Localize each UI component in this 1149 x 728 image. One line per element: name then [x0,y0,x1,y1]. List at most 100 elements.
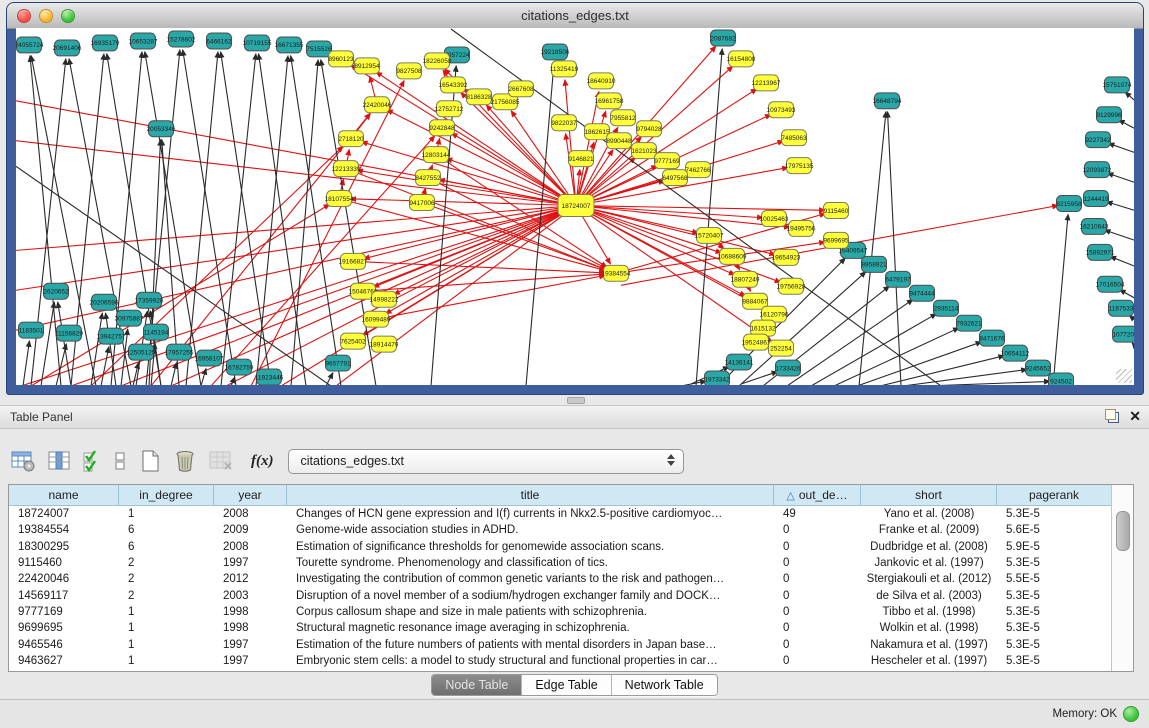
graph-node[interactable]: 9227342 [1085,132,1111,148]
graph-node[interactable]: 1733426 [775,360,801,376]
resize-grip[interactable] [1116,369,1132,383]
graph-node[interactable]: 2935114 [934,300,959,316]
graph-node[interactable]: 24055724 [16,37,44,53]
table-row[interactable]: 1872400712008Changes of HCN gene express… [9,506,1133,522]
graph-node[interactable]: 17359928 [135,292,164,308]
column-header-in_degree[interactable]: in_degree [119,485,214,506]
graph-node[interactable]: 8471676 [979,330,1005,346]
graph-node[interactable]: 252254 [769,340,794,356]
graph-node[interactable]: 9417006 [409,195,435,211]
graph-edge[interactable] [16,206,576,291]
graph-node[interactable]: 11325419 [550,61,579,77]
column-header-short[interactable]: short [861,485,997,506]
graph-node[interactable]: 1183501 [19,322,44,338]
graph-node[interactable]: 9146821 [568,151,594,167]
row-height-button[interactable] [113,449,127,473]
graph-edge[interactable] [1053,214,1068,385]
graph-node[interactable]: 1077202 [1112,326,1134,342]
graph-node[interactable]: 22420046 [363,97,392,113]
table-row[interactable]: 1830029562008Estimation of significance … [9,539,1133,555]
graph-node[interactable]: 16099489 [362,311,391,327]
column-header-out_de[interactable]: △out_de… [774,485,861,506]
graph-node[interactable]: 10654112 [1001,345,1030,361]
graph-node[interactable]: 16671355 [275,37,304,53]
graph-node[interactable]: 17957255 [165,344,194,360]
graph-node[interactable]: 10025463 [760,210,789,226]
graph-node[interactable]: 2620652 [43,283,69,299]
select-column-button[interactable] [47,449,71,473]
zoom-window-button[interactable] [61,9,75,23]
graph-node[interactable]: 16154808 [727,51,756,67]
column-header-year[interactable]: year [214,485,287,506]
graph-node[interactable]: 11156829 [55,325,83,341]
graph-node[interactable]: 15278602 [167,31,196,47]
graph-node[interactable]: 2718120 [338,131,364,147]
tab-network-table[interactable]: Network Table [611,675,717,695]
graph-node[interactable]: 9827508 [396,63,422,79]
graph-node[interactable]: 7485063 [781,130,807,146]
graph-node[interactable]: 9657791 [325,355,351,371]
graph-node[interactable]: 16543392 [439,77,468,93]
graph-node[interactable]: 17975135 [785,158,814,174]
graph-node[interactable]: 1621023 [631,143,657,159]
graph-node[interactable]: 16210643 [1080,218,1109,234]
graph-node[interactable]: 9242848 [429,120,455,136]
graph-edge[interactable] [811,314,936,385]
graph-node[interactable]: 9794028 [636,121,662,137]
graph-node[interactable]: 19166827 [339,253,368,269]
graph-edge[interactable] [23,341,29,385]
graph-node[interactable]: 12093872 [1083,162,1112,178]
graph-node[interactable]: 18226058 [423,53,452,69]
network-canvas[interactable]: 2405572420691406169351791065328715278602… [16,28,1134,385]
graph-node[interactable]: 7955812 [610,110,636,126]
graph-hub-node[interactable]: 18724007 [558,195,594,217]
table-selector-dropdown[interactable]: citations_edges.txt [288,449,684,474]
graph-node[interactable]: 10653287 [129,33,158,49]
graph-node[interactable]: 18107554 [325,191,354,207]
graph-node[interactable]: 12803144 [422,147,451,163]
graph-edge[interactable] [1132,343,1134,347]
graph-edge[interactable] [787,299,913,385]
table-row[interactable]: 977716911998Corpus callosum shape and si… [9,604,1133,620]
graph-node[interactable]: 12752712 [435,101,464,117]
graph-edge[interactable] [353,261,605,272]
graph-node[interactable]: 2667608 [508,81,534,97]
graph-edge[interactable] [291,60,318,385]
graph-node[interactable]: 12213339 [332,161,361,177]
graph-node[interactable]: 8960123 [328,51,354,67]
table-settings-button[interactable] [10,449,36,473]
graph-node[interactable]: 7462766 [685,162,711,178]
select-rows-button[interactable] [82,448,102,474]
graph-edge[interactable] [221,54,256,385]
table-row[interactable]: 946554611997Estimation of the future num… [9,636,1133,652]
graph-edge[interactable] [681,381,706,385]
graph-node[interactable]: 9822037 [551,115,577,131]
scrollbar-thumb[interactable] [1116,511,1130,551]
graph-node[interactable]: 16648794 [873,93,902,109]
network-graph[interactable]: 2405572420691406169351791065328715278602… [16,28,1134,385]
graph-node[interactable]: 16958107 [195,350,224,366]
close-window-button[interactable] [17,9,31,23]
divider-handle[interactable] [567,397,585,404]
graph-node[interactable]: 1244419 [1083,191,1109,207]
graph-node[interactable]: 1145194 [144,324,169,340]
graph-edge[interactable] [1107,202,1134,211]
graph-node[interactable]: 10973493 [767,102,796,118]
function-builder-button[interactable]: f(x) [251,453,274,470]
graph-node[interactable]: 20691406 [53,40,82,56]
graph-node[interactable]: 10719155 [243,35,272,51]
close-panel-icon[interactable]: ✕ [1129,409,1141,423]
table-row[interactable]: 1938455462009Genome-wide association stu… [9,522,1133,538]
graph-node[interactable]: 20206596 [90,294,119,310]
graph-node[interactable]: 6479197 [885,271,911,287]
graph-node[interactable]: 9115460 [824,203,849,219]
graph-node[interactable]: 2087682 [710,30,736,46]
graph-node[interactable]: 9777169 [654,153,680,169]
graph-edge[interactable] [16,141,576,206]
table-row[interactable]: 2242004622012Investigating the contribut… [9,571,1133,587]
graph-node[interactable]: 15892971 [1086,244,1115,260]
graph-node[interactable]: 14136141 [725,354,754,370]
graph-edge[interactable] [1119,120,1134,129]
graph-edge[interactable] [1108,143,1134,152]
graph-node[interactable]: 12505125 [127,344,156,360]
